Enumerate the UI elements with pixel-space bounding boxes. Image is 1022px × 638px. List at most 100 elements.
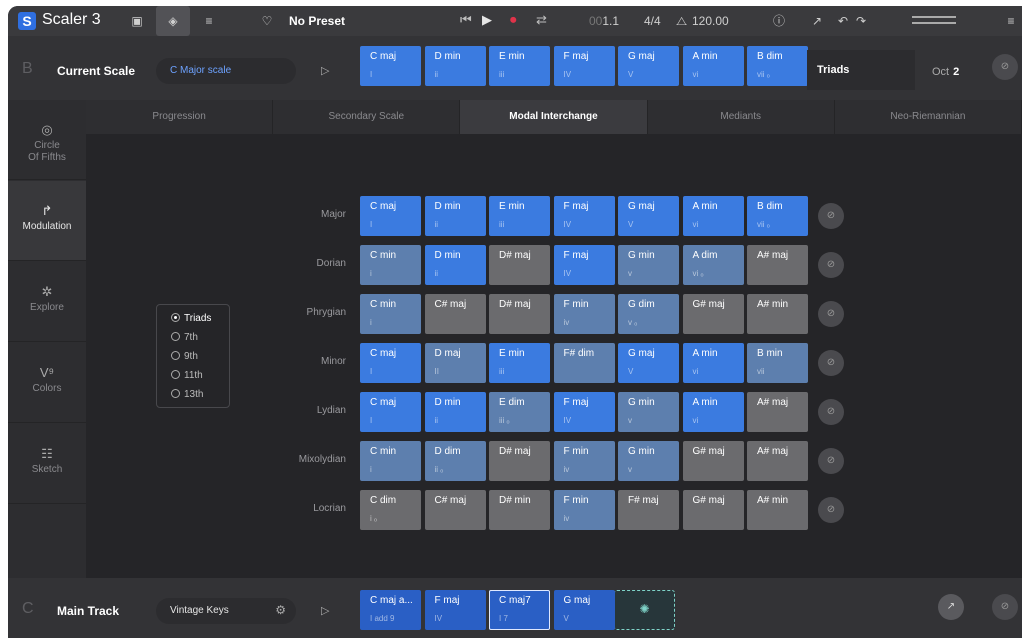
tab-modal-interchange[interactable]: Modal Interchange xyxy=(460,100,648,134)
menu-icon[interactable]: ≡ xyxy=(1002,12,1020,30)
chord-cell[interactable]: D maj II xyxy=(424,343,486,383)
favorite-icon[interactable]: ♡ xyxy=(258,12,276,30)
chord-cell[interactable]: G min v xyxy=(618,245,679,285)
tab-secondary-scale[interactable]: Secondary Scale xyxy=(273,100,461,134)
loop-icon[interactable]: ⇄ xyxy=(536,12,547,28)
play-track-icon[interactable]: ▷ xyxy=(321,604,329,617)
info-icon[interactable]: ⓘ xyxy=(770,12,788,30)
list-icon[interactable]: ≡ xyxy=(200,12,218,30)
chord-cell[interactable]: E min iii xyxy=(489,196,550,236)
chord-cell[interactable]: D dim ii ₒ xyxy=(424,441,486,481)
export-track-icon[interactable]: ↗ xyxy=(938,594,964,620)
chord-cell[interactable]: C# maj xyxy=(424,294,486,334)
radio-triads[interactable]: Triads xyxy=(171,313,211,324)
radio-7th[interactable]: 7th xyxy=(171,332,198,343)
sidebar-item-colors[interactable]: V⁹ Colors xyxy=(8,343,86,423)
chord-cell[interactable]: G maj V xyxy=(618,46,679,86)
chord-cell[interactable]: D# maj xyxy=(489,294,550,334)
chord-cell[interactable]: D min ii xyxy=(424,245,486,285)
chord-cell[interactable]: F# maj xyxy=(618,490,679,530)
link-icon[interactable]: ⊘ xyxy=(818,301,844,327)
lightbulb-icon[interactable]: ✺ xyxy=(614,590,675,630)
chord-cell[interactable]: A# maj xyxy=(747,392,808,432)
tab-neo-riemannian[interactable]: Neo-Riemannian xyxy=(835,100,1022,134)
sidebar-item-sketch[interactable]: ☷ Sketch xyxy=(8,424,86,504)
chord-cell[interactable]: G# maj xyxy=(682,441,744,481)
link-icon[interactable]: ⊘ xyxy=(992,54,1018,80)
chord-cell[interactable]: A min vi xyxy=(682,343,744,383)
sidebar-item-modulation[interactable]: ↱ Modulation xyxy=(8,181,86,261)
chord-cell[interactable]: G maj V xyxy=(618,196,679,236)
chord-cell[interactable]: C min i xyxy=(360,441,421,481)
chord-cell[interactable]: C maj I xyxy=(360,196,421,236)
tab-mediants[interactable]: Mediants xyxy=(648,100,835,134)
time-signature[interactable]: 4/4 xyxy=(644,14,661,28)
undo-icon[interactable]: ↶ xyxy=(834,12,852,30)
chord-cell[interactable]: B min vii xyxy=(747,343,808,383)
chord-cell[interactable]: C maj7 I 7 xyxy=(489,590,550,630)
chord-cell[interactable]: A dim vi ₒ xyxy=(682,245,744,285)
skip-back-icon[interactable]: ⏮ xyxy=(460,12,472,28)
chord-cell[interactable]: G# maj xyxy=(682,490,744,530)
chord-cell[interactable]: C maj a... I add 9 xyxy=(360,590,421,630)
record-icon[interactable]: ⏺ xyxy=(510,12,517,28)
chord-cell[interactable]: G maj V xyxy=(618,343,679,383)
chord-cell[interactable]: A min vi xyxy=(682,196,744,236)
instrument-selector[interactable]: Vintage Keys ⚙ xyxy=(156,598,296,624)
preset-name[interactable]: No Preset xyxy=(289,14,345,28)
tab-progression[interactable]: Progression xyxy=(86,100,274,134)
chord-cell[interactable]: G min v xyxy=(618,441,679,481)
link-icon[interactable]: ⊘ xyxy=(818,350,844,376)
chord-cell[interactable]: A min vi xyxy=(682,46,744,86)
settings-icon[interactable]: ⚙ xyxy=(275,603,286,617)
chord-cell[interactable]: F maj IV xyxy=(424,590,486,630)
chord-cell[interactable]: C min i xyxy=(360,245,421,285)
link-icon[interactable]: ⊘ xyxy=(818,203,844,229)
chord-cell[interactable]: E dim iii ₒ xyxy=(489,392,550,432)
link-icon[interactable]: ⊘ xyxy=(818,399,844,425)
chord-cell[interactable]: C# maj xyxy=(424,490,486,530)
scale-selector[interactable]: C Major scale xyxy=(156,58,296,84)
sidebar-item-circle-of-fifths[interactable]: ◎ Circle Of Fifths xyxy=(8,100,86,180)
layers-icon[interactable]: ◈ xyxy=(156,6,190,36)
chord-cell[interactable]: A# maj xyxy=(747,441,808,481)
radio-13th[interactable]: 13th xyxy=(171,389,203,400)
chord-cell[interactable]: D# min xyxy=(489,490,550,530)
chord-cell[interactable]: E min iii xyxy=(489,343,550,383)
chord-cell[interactable]: D# maj xyxy=(489,245,550,285)
chord-cell[interactable]: A# min xyxy=(747,490,808,530)
chord-cell[interactable]: B dim vii ₒ xyxy=(747,196,808,236)
chord-cell[interactable]: A min vi xyxy=(682,392,744,432)
octave-control[interactable]: Oct 2 xyxy=(932,66,959,78)
chord-cell[interactable]: A# maj xyxy=(747,245,808,285)
chord-cell[interactable]: B dim vii ₒ xyxy=(747,46,808,86)
play-scale-icon[interactable]: ▷ xyxy=(321,64,329,77)
chord-cell[interactable]: C maj I xyxy=(360,46,421,86)
chord-cell[interactable]: G min v xyxy=(618,392,679,432)
chord-type-selector[interactable]: Triads xyxy=(807,50,915,90)
chord-cell[interactable]: F min iv xyxy=(553,490,615,530)
tempo-value[interactable]: 120.00 xyxy=(692,14,729,28)
radio-9th[interactable]: 9th xyxy=(171,351,198,362)
chord-cell[interactable]: D min ii xyxy=(424,196,486,236)
link-icon[interactable]: ⊘ xyxy=(818,448,844,474)
chord-cell[interactable]: F maj IV xyxy=(553,392,615,432)
chord-cell[interactable]: D# maj xyxy=(489,441,550,481)
chord-cell[interactable]: F min iv xyxy=(553,441,615,481)
chord-cell[interactable]: C maj I xyxy=(360,392,421,432)
export-icon[interactable]: ↗ xyxy=(808,12,826,30)
chord-cell[interactable]: C dim i ₒ xyxy=(360,490,421,530)
chord-cell[interactable]: G dim v ₒ xyxy=(618,294,679,334)
redo-icon[interactable]: ↷ xyxy=(852,12,870,30)
chord-cell[interactable]: D min ii xyxy=(424,46,486,86)
link-icon[interactable]: ⊘ xyxy=(818,252,844,278)
chord-cell[interactable]: F maj IV xyxy=(553,245,615,285)
chord-cell[interactable]: F min iv xyxy=(553,294,615,334)
chord-cell[interactable]: G maj V xyxy=(553,590,615,630)
chord-cell[interactable]: D min ii xyxy=(424,392,486,432)
link-icon[interactable]: ⊘ xyxy=(992,594,1018,620)
project-icon[interactable]: ▣ xyxy=(128,12,146,30)
chord-cell[interactable]: F maj IV xyxy=(553,196,615,236)
play-icon[interactable]: ▶ xyxy=(482,12,492,28)
chord-cell[interactable]: E min iii xyxy=(489,46,550,86)
